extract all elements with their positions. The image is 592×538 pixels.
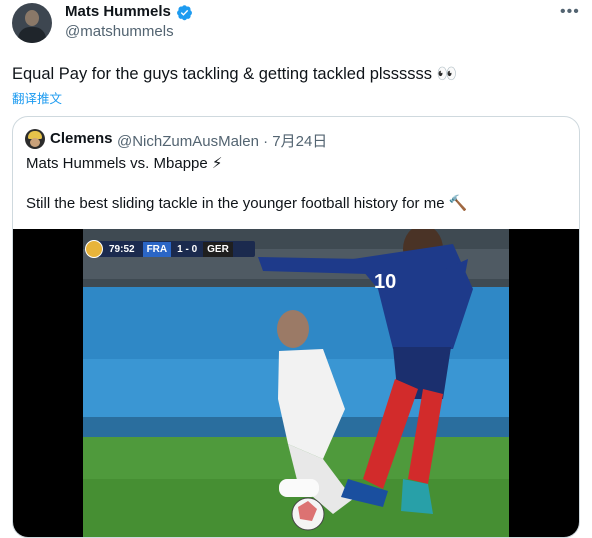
more-options-icon[interactable]: •••: [560, 3, 580, 21]
video-frame: 79:52 FRA 1 - 0 GER 10: [83, 229, 509, 537]
video-player[interactable]: 79:52 FRA 1 - 0 GER 10: [13, 229, 579, 537]
match-clock: 79:52: [109, 243, 135, 255]
away-team: GER: [203, 241, 233, 257]
quoted-tweet[interactable]: Clemens @NichZumAusMalen · 7月24日 Mats Hu…: [12, 116, 580, 538]
verified-badge-icon: [177, 5, 192, 21]
match-score: 1 - 0: [177, 243, 198, 255]
home-team: FRA: [142, 241, 172, 257]
scoreboard: 79:52 FRA 1 - 0 GER: [85, 240, 255, 258]
jersey-number: 10: [374, 271, 397, 293]
tweet: Mats Hummels @matshummels ••• Equal Pay …: [0, 0, 592, 538]
quoted-name[interactable]: Clemens: [50, 130, 113, 147]
video-scene: [83, 229, 509, 537]
euro-logo-icon: [85, 240, 103, 258]
quoted-avatar[interactable]: [25, 129, 45, 149]
quoted-text-line1: Mats Hummels vs. Mbappe ⚡: [26, 155, 223, 172]
tweet-text: Equal Pay for the guys tackling & gettin…: [12, 65, 458, 83]
avatar-head: [25, 10, 39, 26]
translate-link[interactable]: 翻译推文: [12, 88, 62, 107]
avatar-face: [30, 138, 40, 147]
quoted-text-line2: Still the best sliding tackle in the you…: [26, 195, 468, 212]
author-avatar[interactable]: [12, 3, 52, 43]
author-name[interactable]: Mats Hummels: [65, 3, 171, 20]
avatar-body: [18, 27, 46, 43]
author-handle[interactable]: @matshummels: [65, 23, 174, 40]
quoted-handle-time[interactable]: @NichZumAusMalen · 7月24日: [117, 130, 327, 151]
